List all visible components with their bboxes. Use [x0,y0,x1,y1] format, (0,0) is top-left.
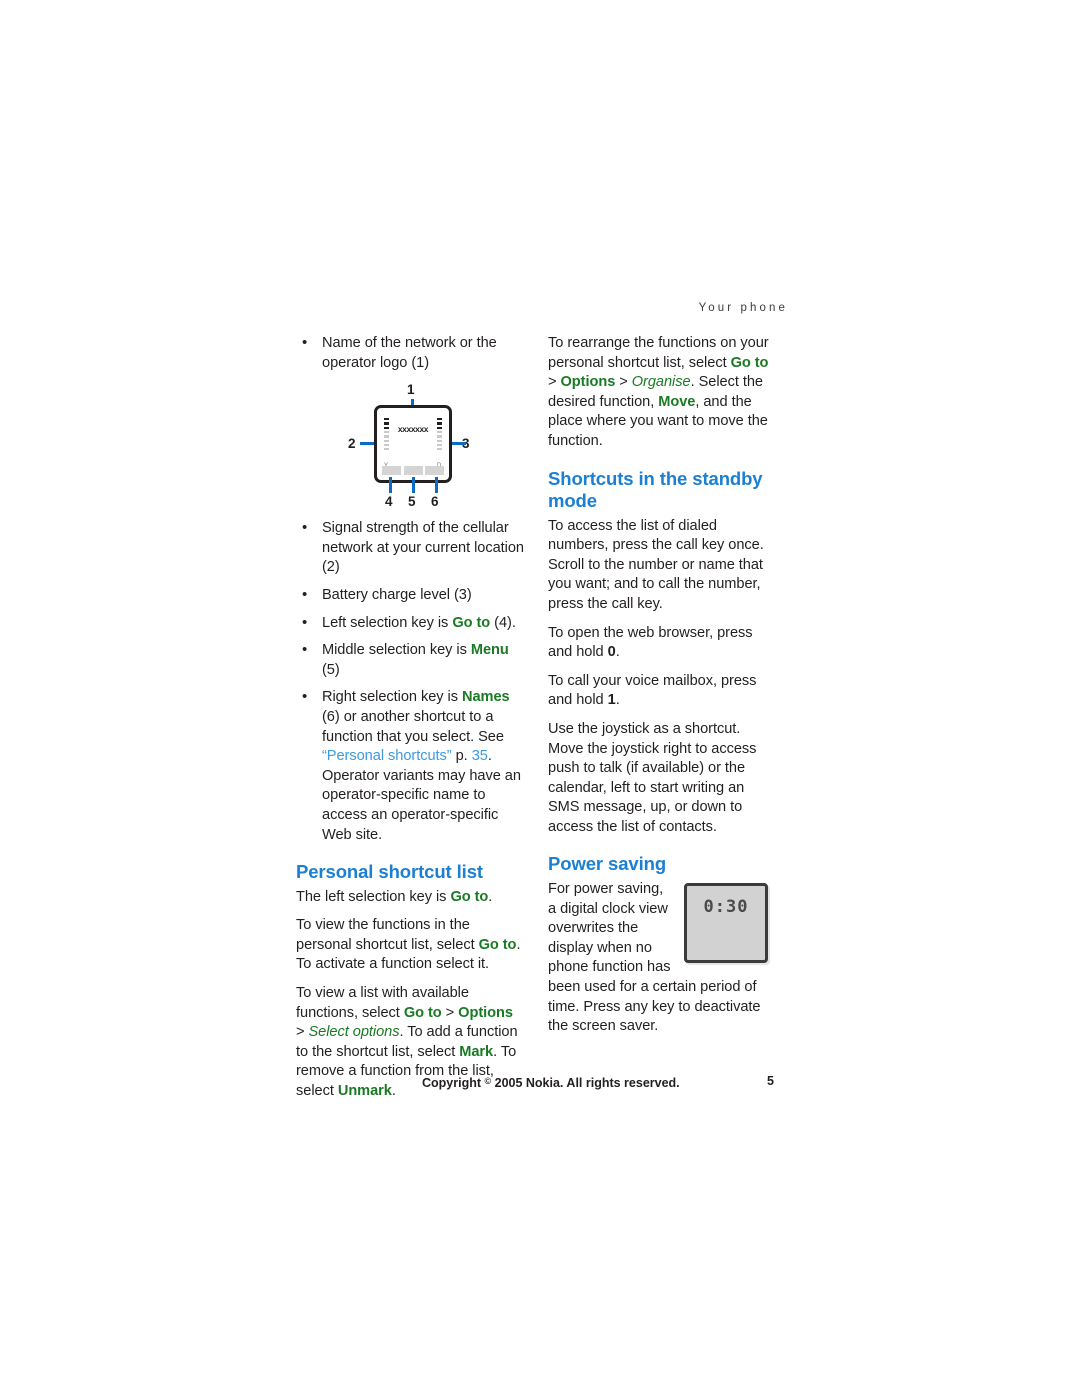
ui-term-go-to: Go to [452,614,491,631]
list-item: Signal strength of the cellular network … [296,518,525,578]
page-number: 5 [767,1074,774,1088]
section-heading-shortcuts-standby: Shortcuts in the standby mode [548,467,763,512]
ui-term-options: Options [458,1004,513,1021]
right-column: To rearrange the functions on your perso… [548,334,776,1047]
bullet-text: Name of the network or the operator logo… [322,335,497,371]
bullet-text-tail: (6) or another shortcut to a function th… [322,708,504,745]
left-column: Name of the network or the operator logo… [296,333,525,1111]
paragraph-joystick-shortcut: Use the joystick as a shortcut. Move the… [548,720,757,835]
leader-line-4 [389,477,392,494]
power-saving-block: 0:30 For power saving, a digital clock v… [548,880,776,1047]
list-item: Battery charge level (3) [296,585,524,606]
ui-term-go-to: Go to [478,936,517,953]
text: To view the functions in the personal sh… [296,917,479,953]
callout-5: 5 [408,494,416,510]
text: To call your voice mailbox, press and ho… [548,672,757,709]
running-head: Your phone [698,302,788,314]
softkey-bar [382,466,444,476]
text: . [391,1082,396,1099]
callout-6: 6 [431,494,439,510]
key-label-0: 0 [607,644,616,661]
menu-separator: > [296,1024,309,1041]
bullet-text: Middle selection key is [322,642,471,659]
paragraph-left-selection-key: The left selection key is Go to. [296,888,524,908]
ui-term-names: Names [462,689,510,706]
ui-term-organise: Organise [631,374,691,391]
ui-term-move: Move [658,393,696,410]
ui-term-unmark: Unmark [337,1082,392,1099]
text: . [488,888,493,905]
paragraph-rearrange-functions: To rearrange the functions on your perso… [548,334,776,452]
text: The left selection key is [296,888,451,905]
ui-term-go-to: Go to [730,354,769,371]
cross-reference-page[interactable]: 35 [472,748,488,764]
softkey-middle [403,466,423,476]
leader-line-6 [435,477,438,494]
ui-term-select-options: Select options [308,1024,400,1041]
text: . [615,692,620,709]
bullet-text-tail-2: p. [451,748,472,765]
menu-separator: > [615,374,632,391]
clock-screen-outline: 0:30 [684,882,768,963]
key-label-1: 1 [607,692,616,709]
bullet-text: Left selection key is [322,614,453,631]
phone-screen-outline: Y D xxxxxxx [374,405,452,484]
indicator-bullet-list-top: Name of the network or the operator logo… [296,333,524,373]
ui-term-go-to: Go to [403,1004,442,1021]
callout-4: 4 [385,494,393,510]
text: To open the web browser, press and hold [548,624,753,661]
list-item: Name of the network or the operator logo… [296,333,524,373]
two-column-body: Name of the network or the operator logo… [296,333,788,1099]
ui-term-mark: Mark [459,1043,494,1060]
bullet-text-tail: (4). [490,614,516,631]
menu-separator: > [548,374,561,391]
list-item: Middle selection key is Menu (5) [296,640,524,680]
paragraph-voice-mailbox: To call your voice mailbox, press and ho… [548,672,776,711]
text: 2005 Nokia. All rights reserved. [491,1076,680,1090]
callout-2: 2 [348,436,356,452]
indicator-bullet-list-bottom: Signal strength of the cellular network … [296,518,525,845]
paragraph-dialed-numbers: To access the list of dialed numbers, pr… [548,517,764,612]
copyright-notice: Copyright © 2005 Nokia. All rights reser… [422,1073,680,1091]
menu-separator: > [441,1004,459,1021]
bullet-text: Signal strength of the cellular network … [322,520,525,576]
text: . [615,644,620,661]
softkey-right [425,466,444,476]
document-page: Your phone Name of the network or the op… [0,0,1080,1397]
ui-term-options: Options [560,374,616,391]
text: Copyright [422,1076,485,1090]
softkey-left [382,466,401,476]
clock-digits: 0:30 [703,896,749,917]
standby-display-diagram: 1 2 3 Y D xxxx [296,381,524,509]
ui-term-go-to: Go to [450,888,489,905]
ui-term-menu: Menu [470,642,509,659]
list-item: Right selection key is Names (6) or anot… [296,687,524,845]
bullet-text-tail: (5) [322,661,340,678]
leader-line-5 [412,477,415,494]
section-heading-personal-shortcut-list: Personal shortcut list [296,861,483,883]
callout-1: 1 [407,382,415,398]
network-name-sample: xxxxxxx [397,424,429,435]
bullet-text: Battery charge level (3) [322,586,472,603]
bullet-text: Right selection key is [322,689,462,706]
list-item: Left selection key is Go to (4). [296,613,524,634]
digital-clock-screensaver: 0:30 [684,882,776,969]
cross-reference-link[interactable]: “Personal shortcuts” [322,748,452,764]
section-heading-power-saving: Power saving [548,853,667,875]
paragraph-view-functions: To view the functions in the personal sh… [296,916,524,975]
paragraph-web-browser: To open the web browser, press and hold … [548,624,776,663]
